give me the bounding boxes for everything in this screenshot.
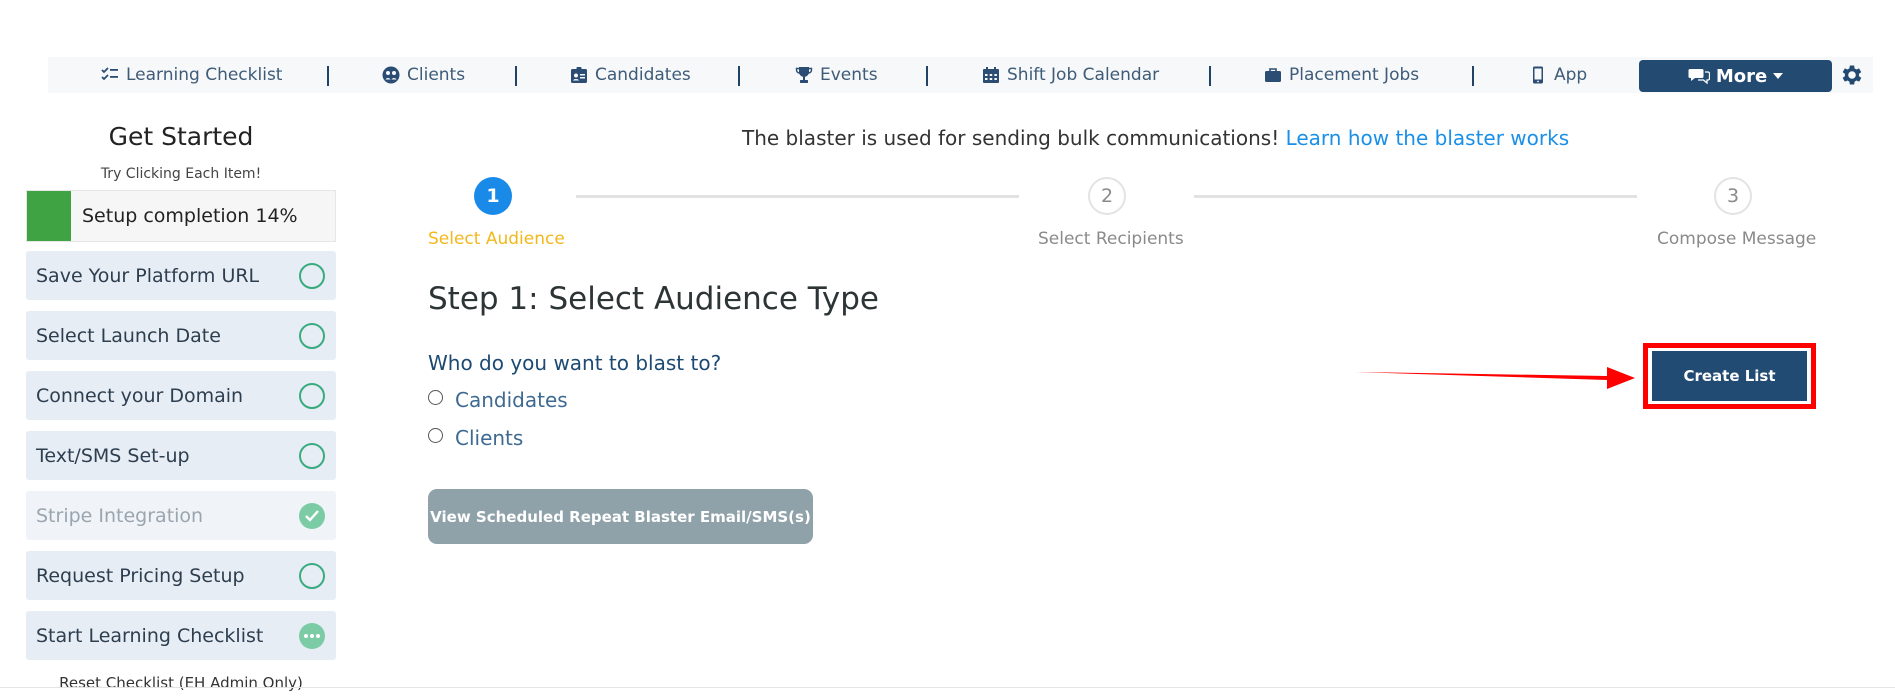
checklist-item-launch-date[interactable]: Select Launch Date [26,311,336,360]
audience-option-clients[interactable]: Clients [428,426,523,450]
nav-label: Learning Checklist [126,65,283,85]
nav-label: Placement Jobs [1289,65,1420,85]
top-nav: Learning Checklist Clients Candidates Ev… [48,57,1873,93]
step-heading: Step 1: Select Audience Type [428,281,879,317]
highlight-box: Create List [1643,343,1816,409]
nav-divider [738,66,740,86]
reset-checklist-link[interactable]: Reset Checklist (EH Admin Only) [26,674,336,692]
checklist-item-platform-url[interactable]: Save Your Platform URL [26,251,336,300]
nav-clients[interactable]: Clients [382,57,465,93]
empty-circle-icon [299,262,325,289]
checklist-item-label: Connect your Domain [36,384,244,407]
intro-text: The blaster is used for sending bulk com… [742,126,1280,150]
nav-divider [1472,66,1474,86]
caret-down-icon [1773,73,1784,79]
gear-icon [1842,65,1862,85]
progress-text: Setup completion 14% [82,205,298,227]
ellipsis-circle-icon [299,622,325,649]
audience-question: Who do you want to blast to? [428,351,722,375]
checklist-item-label: Request Pricing Setup [36,564,245,587]
checklist-item-connect-domain[interactable]: Connect your Domain [26,371,336,420]
setup-progress-bar: Setup completion 14% [26,190,336,242]
clients-icon [382,66,400,84]
id-badge-icon [571,67,587,83]
step-connector [576,195,1019,198]
radio-button[interactable] [428,427,443,443]
checklist-item-label: Stripe Integration [36,504,204,527]
nav-placement-jobs[interactable]: Placement Jobs [1264,57,1419,93]
nav-label: Candidates [595,65,691,85]
nav-label: Events [820,65,878,85]
sidebar-subtitle: Try Clicking Each Item! [100,166,262,182]
nav-divider [1209,66,1211,86]
calendar-icon [983,67,999,83]
option-label: Candidates [455,388,568,412]
nav-events[interactable]: Events [795,57,878,93]
checklist-item-learning-checklist[interactable]: Start Learning Checklist [26,611,336,660]
nav-divider [515,66,517,86]
empty-circle-icon [299,442,325,469]
checklist-item-pricing-setup[interactable]: Request Pricing Setup [26,551,336,600]
step-3-label: Compose Message [1657,229,1817,249]
checklist-item-label: Select Launch Date [36,324,221,347]
nav-learning-checklist[interactable]: Learning Checklist [101,57,282,93]
red-arrow-annotation [1355,367,1635,389]
more-menu-button[interactable]: More [1639,60,1832,92]
checklist-item-label: Text/SMS Set-up [36,444,190,467]
nav-candidates[interactable]: Candidates [570,57,691,93]
settings-gear-button[interactable] [1839,62,1865,88]
step-2-circle[interactable]: 2 [1088,177,1126,215]
check-circle-icon [299,502,325,529]
trophy-icon [795,67,813,83]
learn-blaster-link[interactable]: Learn how the blaster works [1286,126,1570,150]
briefcase-icon [1265,68,1281,82]
sidebar-title: Get Started [108,122,254,151]
view-scheduled-blaster-button[interactable]: View Scheduled Repeat Blaster Email/SMS(… [428,489,813,544]
checklist-item-stripe[interactable]: Stripe Integration [26,491,336,540]
empty-circle-icon [299,322,325,349]
option-label: Clients [455,426,524,450]
more-label: More [1715,65,1768,87]
step-connector [1194,195,1637,198]
step-3-circle[interactable]: 3 [1714,177,1752,215]
nav-label: App [1554,65,1588,85]
nav-divider [926,66,928,86]
nav-shift-job-calendar[interactable]: Shift Job Calendar [982,57,1159,93]
checklist-item-label: Start Learning Checklist [36,624,264,647]
empty-circle-icon [299,382,325,409]
step-2-label: Select Recipients [1038,229,1184,249]
nav-label: Shift Job Calendar [1007,65,1160,85]
comments-icon [1688,69,1710,84]
checklist-item-sms-setup[interactable]: Text/SMS Set-up [26,431,336,480]
blaster-intro: The blaster is used for sending bulk com… [742,126,1569,150]
divider [0,687,1895,688]
progress-fill [27,191,71,241]
audience-option-candidates[interactable]: Candidates [428,388,568,412]
nav-app[interactable]: App [1529,57,1587,93]
checklist-icon [101,67,118,81]
page: Learning Checklist Clients Candidates Ev… [0,0,1895,698]
step-1-circle[interactable]: 1 [474,177,512,215]
nav-divider [327,66,329,86]
create-list-button[interactable]: Create List [1652,351,1807,401]
nav-label: Clients [407,65,466,85]
step-1-label: Select Audience [428,229,565,249]
radio-button[interactable] [428,389,443,405]
checklist-item-label: Save Your Platform URL [36,264,260,287]
mobile-icon [1533,66,1543,84]
empty-circle-icon [299,562,325,589]
